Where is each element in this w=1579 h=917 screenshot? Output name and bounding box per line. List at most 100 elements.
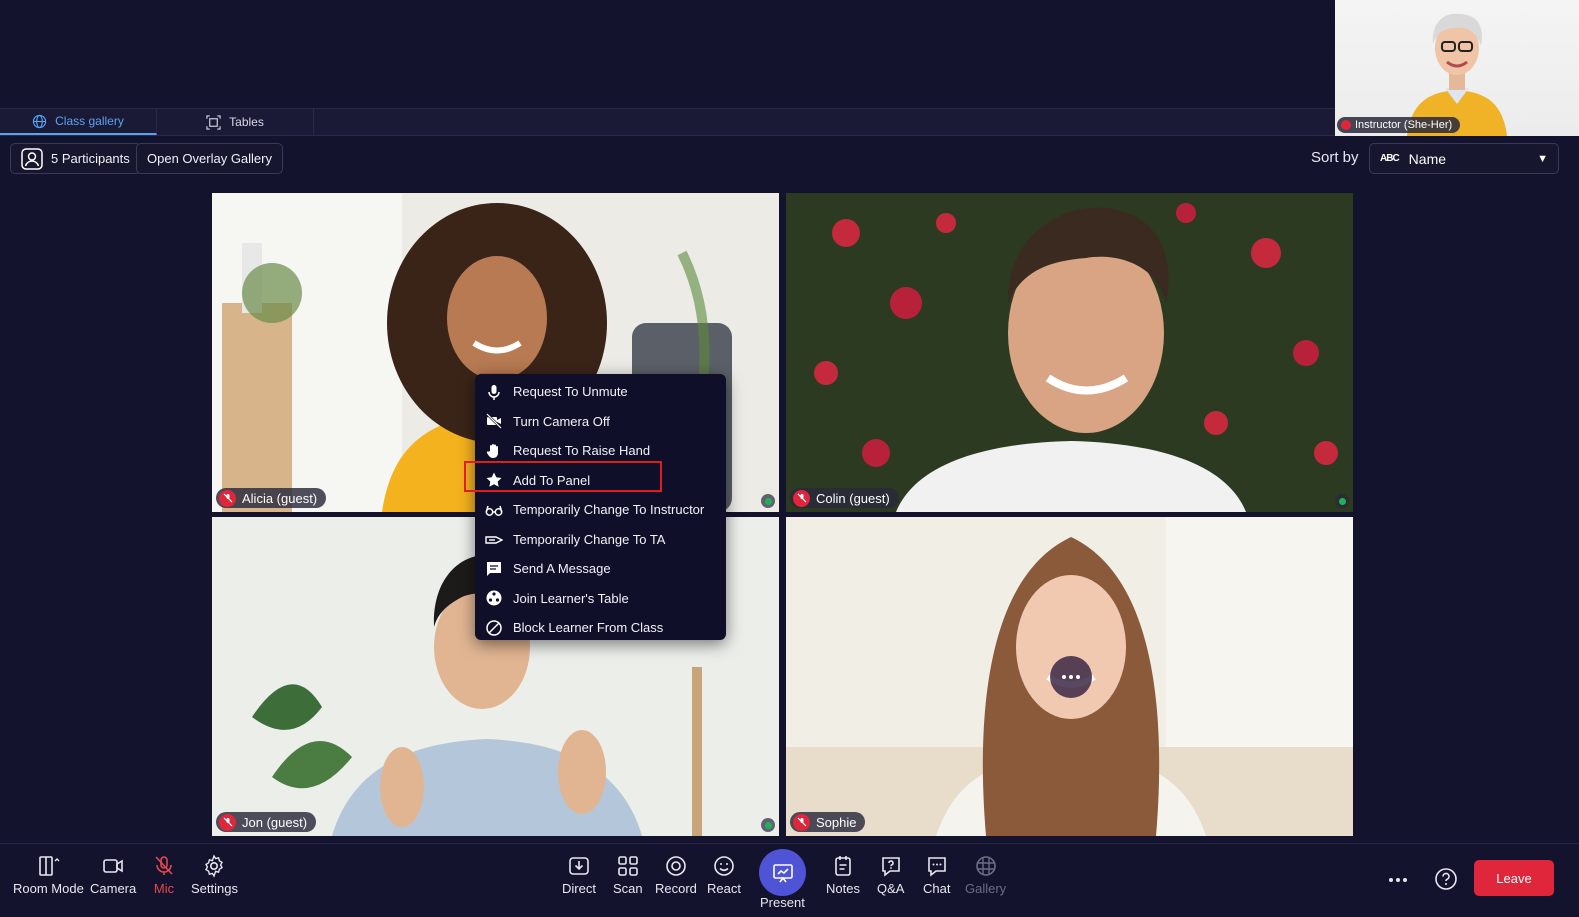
instructor-name: Instructor (She-Her) — [1355, 119, 1453, 131]
present-button[interactable] — [759, 849, 806, 896]
participant-tile-colin[interactable]: Colin (guest) — [786, 193, 1353, 512]
camera-icon — [103, 859, 123, 873]
react-button[interactable]: React — [707, 854, 741, 896]
menu-item-label: Turn Camera Off — [513, 413, 610, 429]
room-mode-button[interactable]: Room Mode — [13, 854, 84, 896]
glasses-icon — [485, 505, 503, 516]
globe-icon — [32, 114, 47, 128]
more-options-button[interactable] — [1050, 656, 1092, 698]
instructor-video-tile[interactable]: Instructor (She-Her) — [1335, 0, 1579, 136]
muted-mic-icon — [793, 489, 810, 507]
gallery-button[interactable]: Gallery — [965, 854, 1006, 896]
participant-tile-sophie[interactable]: Sophie — [786, 517, 1353, 836]
sort-select[interactable]: ABC Name ▼ — [1369, 143, 1559, 174]
record-icon — [666, 856, 686, 876]
menu-item-label: Block Learner From Class — [513, 620, 664, 636]
connection-status-icon — [1335, 494, 1349, 508]
room-mode-label: Room Mode — [13, 881, 84, 896]
participant-name: Alicia (guest) — [242, 490, 318, 506]
open-overlay-gallery-button[interactable]: Open Overlay Gallery — [136, 143, 283, 174]
participant-name-tag: Colin (guest) — [790, 488, 899, 508]
view-tab-bar: Class gallery Tables — [0, 108, 1335, 136]
sort-value: Name — [1408, 150, 1447, 167]
tab-label: Tables — [229, 115, 264, 129]
qa-label: Q&A — [877, 881, 905, 896]
menu-item-change-to-ta[interactable]: Temporarily Change To TA — [475, 525, 726, 555]
table-icon — [486, 590, 502, 606]
notes-label: Notes — [826, 881, 860, 896]
mic-icon — [488, 384, 500, 400]
record-button[interactable]: Record — [655, 854, 697, 896]
direct-button[interactable]: Direct — [562, 854, 596, 896]
scan-icon — [618, 856, 638, 876]
block-icon — [486, 620, 502, 636]
settings-button[interactable]: Settings — [191, 854, 238, 896]
notes-icon — [835, 856, 851, 876]
overlay-label: Open Overlay Gallery — [147, 151, 272, 166]
menu-item-request-unmute[interactable]: Request To Unmute — [475, 377, 726, 407]
participant-name-tag: Jon (guest) — [216, 812, 317, 832]
participant-name-tag: Sophie — [790, 812, 866, 832]
tab-label: Class gallery — [55, 114, 124, 128]
scan-button[interactable]: Scan — [613, 854, 643, 896]
ta-icon — [485, 536, 503, 544]
present-label: Present — [760, 895, 805, 910]
smile-icon — [714, 856, 734, 876]
notes-button[interactable]: Notes — [826, 854, 860, 896]
tables-icon — [206, 114, 221, 130]
react-label: React — [707, 881, 741, 896]
menu-item-label: Temporarily Change To Instructor — [513, 502, 705, 518]
participants-count: 5 Participants — [51, 151, 130, 166]
menu-item-change-to-instructor[interactable]: Temporarily Change To Instructor — [475, 495, 726, 525]
mic-off-icon — [155, 856, 173, 875]
camera-label: Camera — [90, 881, 137, 896]
connection-status-icon — [761, 818, 775, 832]
dot-icon — [1076, 675, 1080, 679]
connection-status-icon — [761, 494, 775, 508]
scan-label: Scan — [613, 881, 643, 896]
help-icon[interactable] — [1434, 867, 1458, 891]
hand-icon — [486, 443, 498, 458]
record-label: Record — [655, 881, 697, 896]
download-icon — [569, 857, 589, 875]
muted-mic-icon — [1341, 120, 1351, 130]
menu-item-join-table[interactable]: Join Learner's Table — [475, 584, 726, 614]
camera-button[interactable]: Camera — [90, 854, 136, 896]
colin-video-feed — [786, 193, 1353, 512]
participant-name: Jon (guest) — [242, 814, 308, 830]
dot-icon — [1069, 675, 1073, 679]
muted-mic-icon — [219, 813, 236, 831]
room-mode-icon — [39, 856, 60, 876]
menu-item-label: Temporarily Change To TA — [513, 531, 666, 547]
star-icon — [486, 472, 502, 488]
menu-item-send-message[interactable]: Send A Message — [475, 554, 726, 584]
chat-button[interactable]: Chat — [923, 854, 950, 896]
mic-button[interactable]: Mic — [152, 854, 176, 896]
participants-button[interactable]: 5 Participants — [10, 143, 141, 174]
muted-mic-icon — [793, 813, 810, 831]
menu-item-turn-camera-off[interactable]: Turn Camera Off — [475, 407, 726, 437]
top-empty-area — [0, 0, 1335, 108]
menu-item-label: Request To Unmute — [513, 384, 628, 400]
tab-class-gallery[interactable]: Class gallery — [0, 109, 157, 135]
menu-item-add-to-panel[interactable]: Add To Panel — [475, 466, 726, 496]
menu-item-label: Request To Raise Hand — [513, 443, 651, 459]
presentation-icon — [772, 863, 793, 882]
menu-item-request-raise-hand[interactable]: Request To Raise Hand — [475, 436, 726, 466]
direct-label: Direct — [562, 881, 596, 896]
instructor-name-tag: Instructor (She-Her) — [1337, 117, 1461, 133]
menu-item-label: Add To Panel — [513, 472, 591, 488]
gallery-label: Gallery — [965, 881, 1007, 896]
participant-icon — [21, 147, 43, 170]
question-bubble-icon — [881, 857, 900, 877]
leave-button[interactable]: Leave — [1474, 860, 1554, 896]
message-icon — [487, 561, 501, 576]
grid-icon — [975, 856, 996, 876]
camera-off-icon — [486, 413, 502, 430]
menu-item-label: Join Learner's Table — [513, 590, 629, 606]
more-horizontal-icon[interactable] — [1386, 868, 1410, 892]
menu-item-block-learner[interactable]: Block Learner From Class — [475, 613, 726, 643]
tab-tables[interactable]: Tables — [157, 109, 314, 135]
qa-button[interactable]: Q&A — [877, 854, 904, 896]
bottom-control-bar: Room Mode Camera Mic Settings Direct Sca… — [0, 843, 1579, 917]
